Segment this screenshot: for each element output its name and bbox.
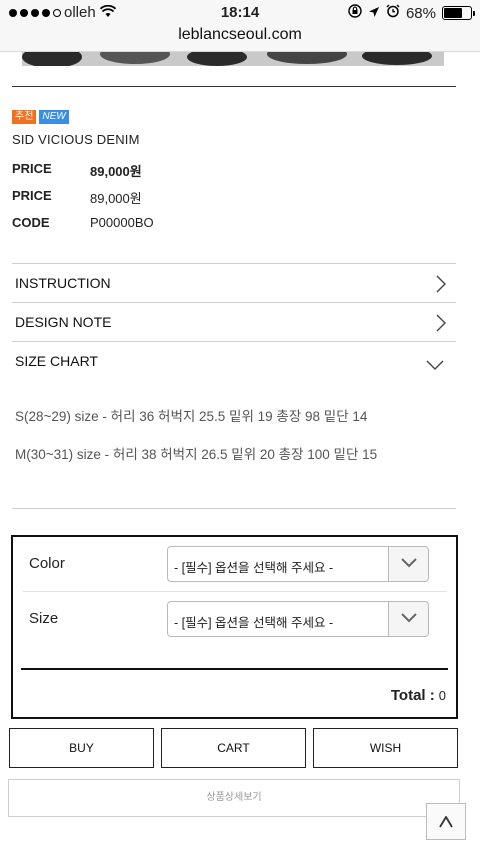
wish-button[interactable]: WISH xyxy=(313,728,458,768)
status-bar: olleh 18:14 68% xyxy=(0,4,480,24)
product-name: SID VICIOUS DENIM xyxy=(12,132,140,147)
battery-percent: 68% xyxy=(405,4,436,22)
total-rule xyxy=(21,668,448,670)
chevron-down-icon[interactable] xyxy=(388,547,428,581)
battery-icon xyxy=(442,6,475,20)
chevron-right-icon xyxy=(436,314,446,337)
size-chart-row: S(28~29) size - 허리 36 허벅지 25.5 밑위 19 총장 … xyxy=(15,409,368,424)
size-chart-row: M(30~31) size - 허리 38 허벅지 26.5 밑위 20 총장 … xyxy=(15,447,378,462)
total-price: Total :0 xyxy=(391,687,446,704)
chevron-right-icon xyxy=(436,275,446,298)
accordion-label: INSTRUCTION xyxy=(15,275,111,291)
orientation-lock-icon xyxy=(348,4,362,22)
option-panel: Color - [필수] 옵션을 선택해 주세요 - Size - [필수] 옵… xyxy=(11,535,458,719)
price-label: PRICE xyxy=(12,161,52,176)
price-value: 89,000원 xyxy=(90,164,142,179)
new-badge: NEW xyxy=(39,110,69,124)
accordion-label: DESIGN NOTE xyxy=(15,314,112,330)
color-select[interactable]: - [필수] 옵션을 선택해 주세요 - xyxy=(167,546,429,582)
scroll-top-button[interactable] xyxy=(426,803,466,840)
color-select-value: - [필수] 옵션을 선택해 주세요 - xyxy=(174,561,334,575)
price-label: PRICE xyxy=(12,188,52,203)
image-divider xyxy=(12,86,456,87)
browser-chrome: olleh 18:14 68% leblancseoul.com xyxy=(0,0,480,52)
product-detail-button[interactable]: 상품상세보기 xyxy=(8,779,460,817)
recommend-badge: 추천 xyxy=(12,110,37,124)
address-bar[interactable]: leblancseoul.com xyxy=(0,26,480,44)
accordion-instruction[interactable]: INSTRUCTION xyxy=(12,263,456,302)
alarm-icon xyxy=(386,4,400,22)
option-separator xyxy=(23,591,447,592)
code-value: P00000BO xyxy=(90,215,154,230)
chevron-down-icon[interactable] xyxy=(388,602,428,636)
chevron-down-icon xyxy=(426,357,444,375)
total-value: 0 xyxy=(438,688,446,703)
accordion-design-note[interactable]: DESIGN NOTE xyxy=(12,302,456,341)
accordion-size-chart[interactable]: SIZE CHART xyxy=(12,341,456,380)
status-right: 68% xyxy=(348,4,475,22)
size-select-value: - [필수] 옵션을 선택해 주세요 - xyxy=(174,616,334,630)
product-image xyxy=(22,52,444,66)
size-label: Size xyxy=(29,610,59,627)
buy-button[interactable]: BUY xyxy=(9,728,154,768)
cart-button[interactable]: CART xyxy=(161,728,306,768)
price-value: 89,000원 xyxy=(90,191,142,206)
size-select[interactable]: - [필수] 옵션을 선택해 주세요 - xyxy=(167,601,429,637)
code-label: CODE xyxy=(12,215,50,230)
accordion-label: SIZE CHART xyxy=(15,353,98,369)
product-badges: 추천 NEW xyxy=(12,110,69,124)
section-divider xyxy=(12,508,456,509)
location-icon xyxy=(368,5,380,22)
total-label: Total : xyxy=(390,687,435,704)
color-label: Color xyxy=(29,555,65,572)
